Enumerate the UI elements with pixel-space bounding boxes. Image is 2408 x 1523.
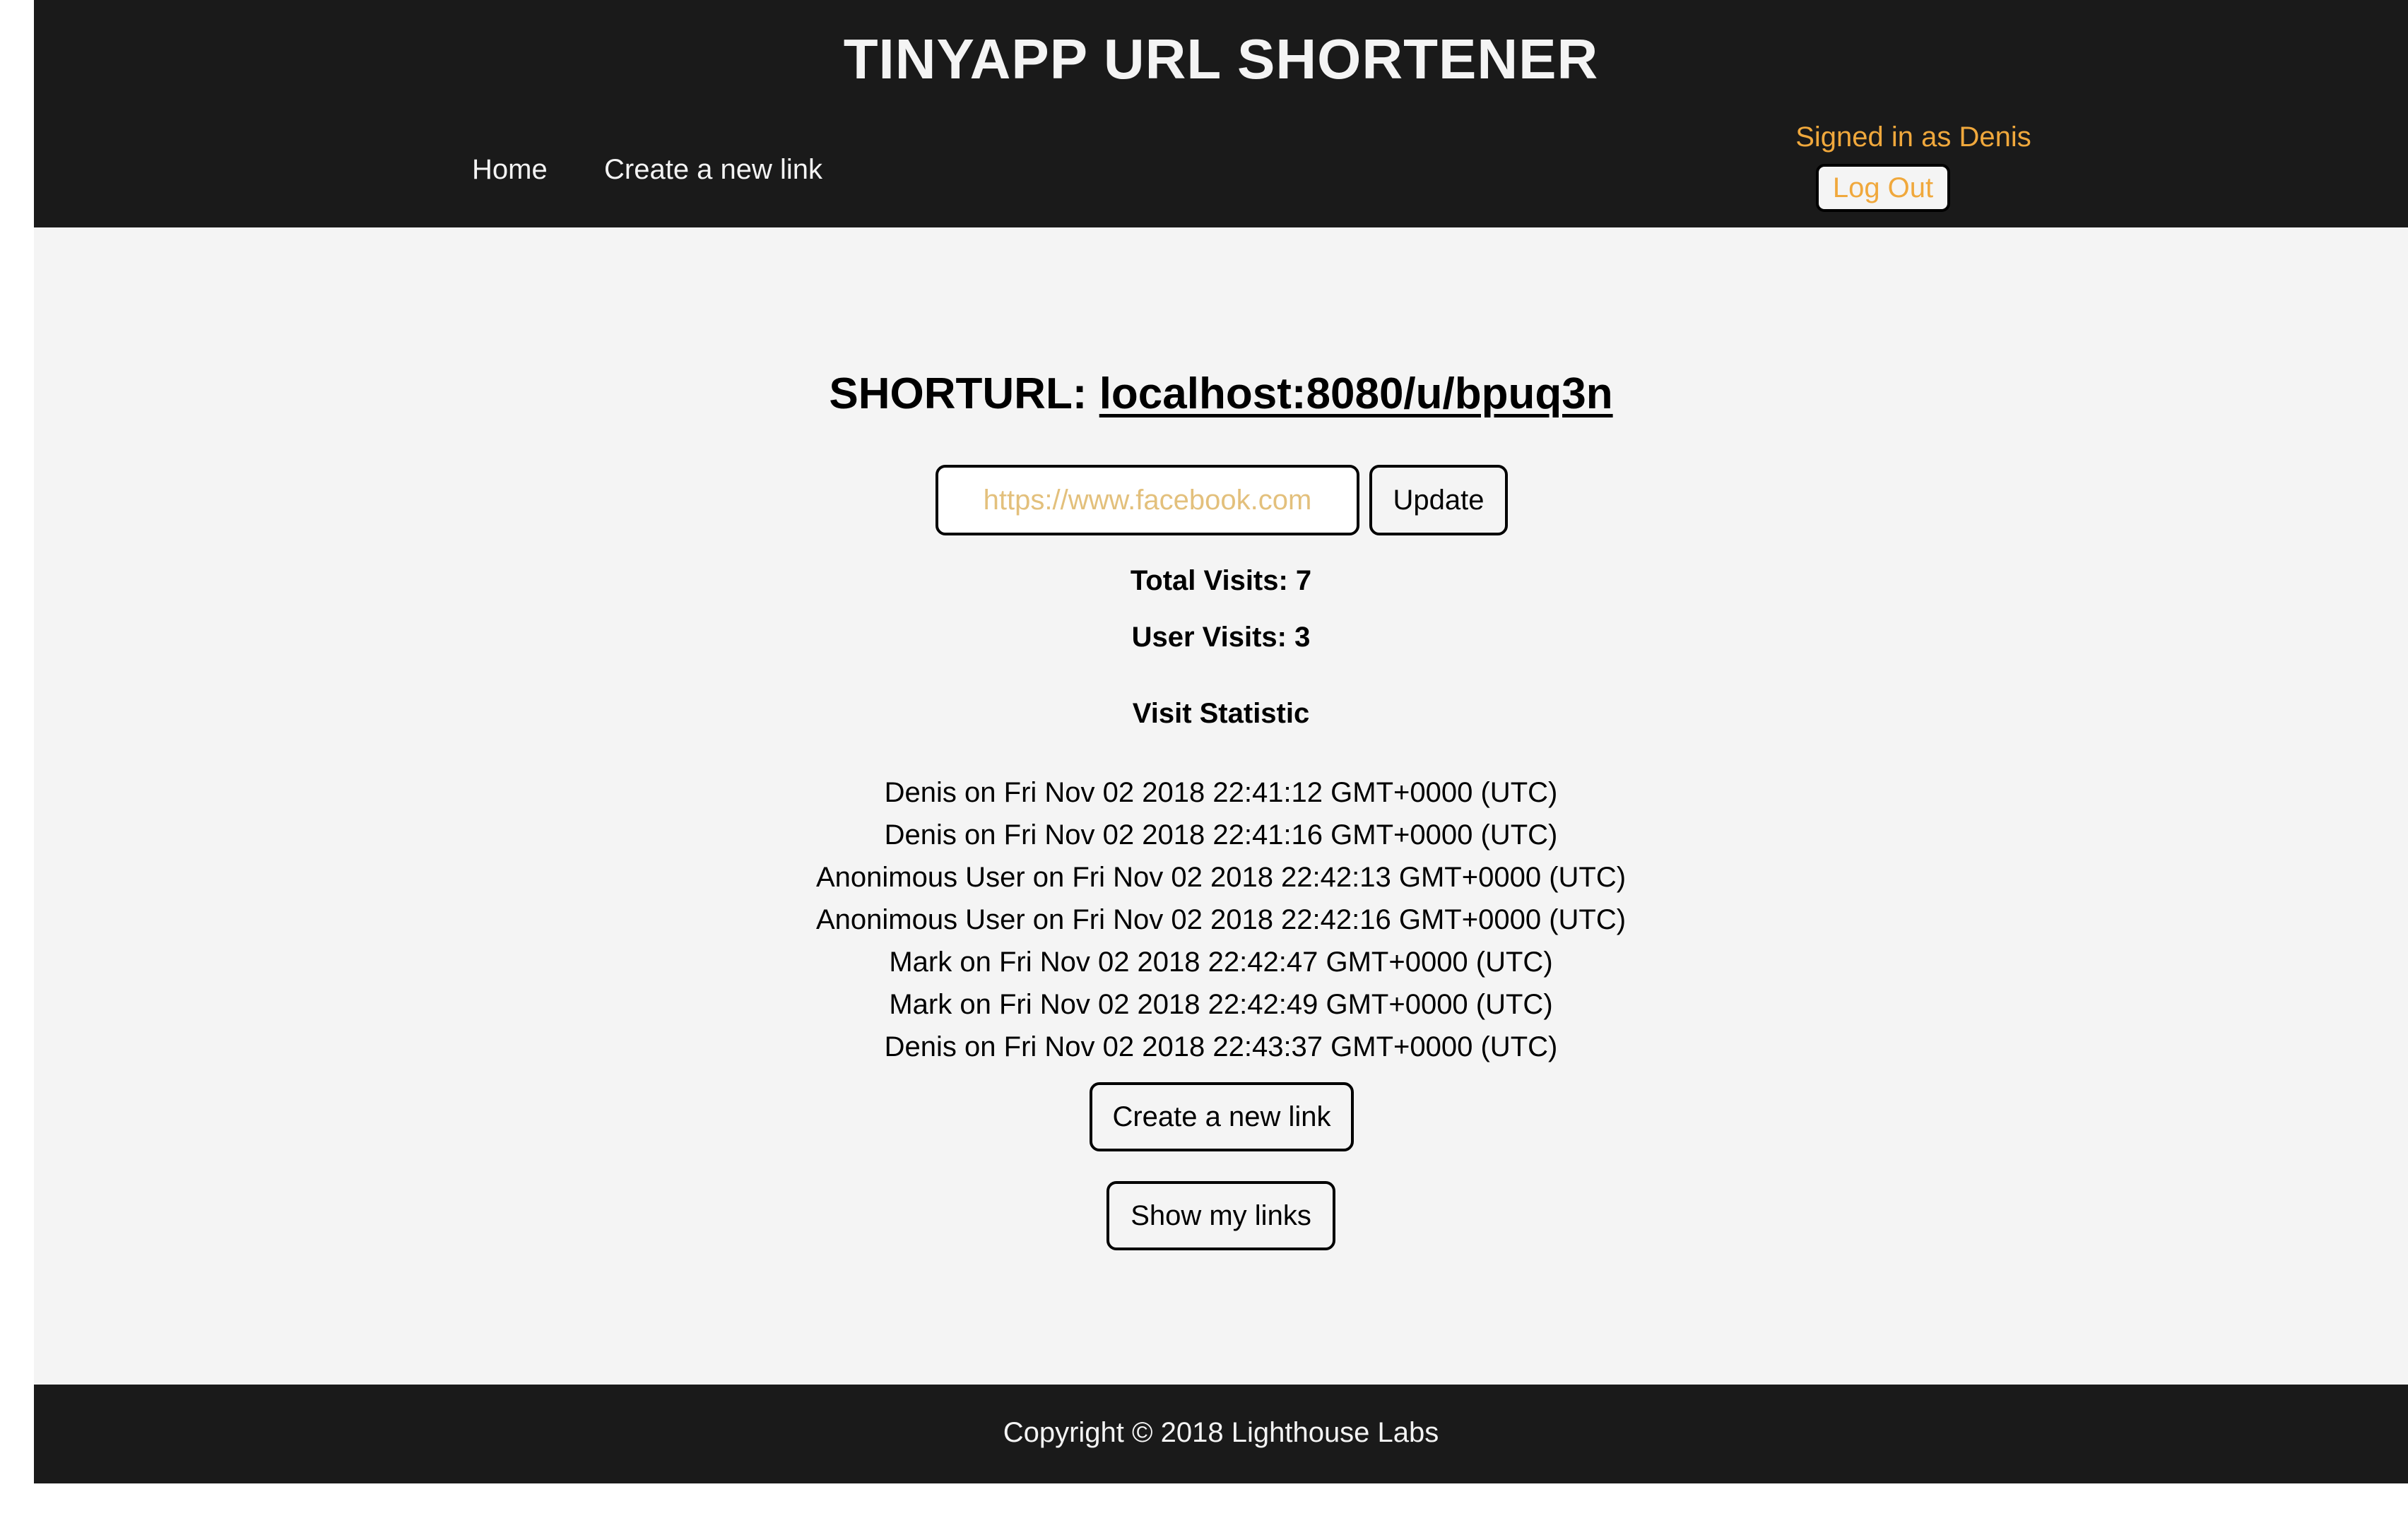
signed-in-status: Signed in as Denis bbox=[1795, 122, 2031, 153]
main-content: SHORTURL: localhost:8080/u/bpuq3n Update… bbox=[34, 227, 2408, 1385]
create-link-button[interactable]: Create a new link bbox=[1090, 1082, 1354, 1151]
user-visits: User Visits: 3 bbox=[1131, 622, 1311, 653]
nav-home-link[interactable]: Home bbox=[472, 154, 548, 186]
visit-item: Denis on Fri Nov 02 2018 22:43:37 GMT+00… bbox=[884, 1031, 1558, 1062]
visit-item: Anonimous User on Fri Nov 02 2018 22:42:… bbox=[815, 904, 1627, 935]
logout-button[interactable]: Log Out bbox=[1816, 164, 1950, 212]
visit-item: Mark on Fri Nov 02 2018 22:42:49 GMT+000… bbox=[889, 989, 1553, 1020]
update-button[interactable]: Update bbox=[1369, 465, 1508, 535]
shorturl-link[interactable]: localhost:8080/u/bpuq3n bbox=[1099, 369, 1613, 418]
show-my-links-button[interactable]: Show my links bbox=[1106, 1181, 1335, 1250]
nav-create-link[interactable]: Create a new link bbox=[604, 154, 822, 186]
total-visits: Total Visits: 7 bbox=[1130, 565, 1312, 596]
page-frame: TINYAPP URL SHORTENER Home Create a new … bbox=[34, 0, 2408, 1483]
shorturl-heading: SHORTURL: localhost:8080/u/bpuq3n bbox=[34, 369, 2408, 419]
copyright-text: Copyright © 2018 Lighthouse Labs bbox=[1003, 1417, 1439, 1448]
app-title: TINYAPP URL SHORTENER bbox=[843, 28, 1599, 90]
visit-list: Denis on Fri Nov 02 2018 22:41:12 GMT+00… bbox=[34, 771, 2408, 1068]
footer-bar: Copyright © 2018 Lighthouse Labs bbox=[34, 1385, 2408, 1483]
visit-item: Anonimous User on Fri Nov 02 2018 22:42:… bbox=[815, 862, 1627, 893]
long-url-input[interactable] bbox=[936, 465, 1359, 535]
visit-item: Mark on Fri Nov 02 2018 22:42:47 GMT+000… bbox=[889, 947, 1553, 978]
shorturl-label: SHORTURL: bbox=[829, 369, 1087, 418]
visit-statistic-heading: Visit Statistic bbox=[1132, 698, 1310, 729]
visit-item: Denis on Fri Nov 02 2018 22:41:16 GMT+00… bbox=[884, 819, 1558, 851]
header-bar: TINYAPP URL SHORTENER Home Create a new … bbox=[34, 0, 2408, 227]
visit-item: Denis on Fri Nov 02 2018 22:41:12 GMT+00… bbox=[884, 777, 1558, 808]
